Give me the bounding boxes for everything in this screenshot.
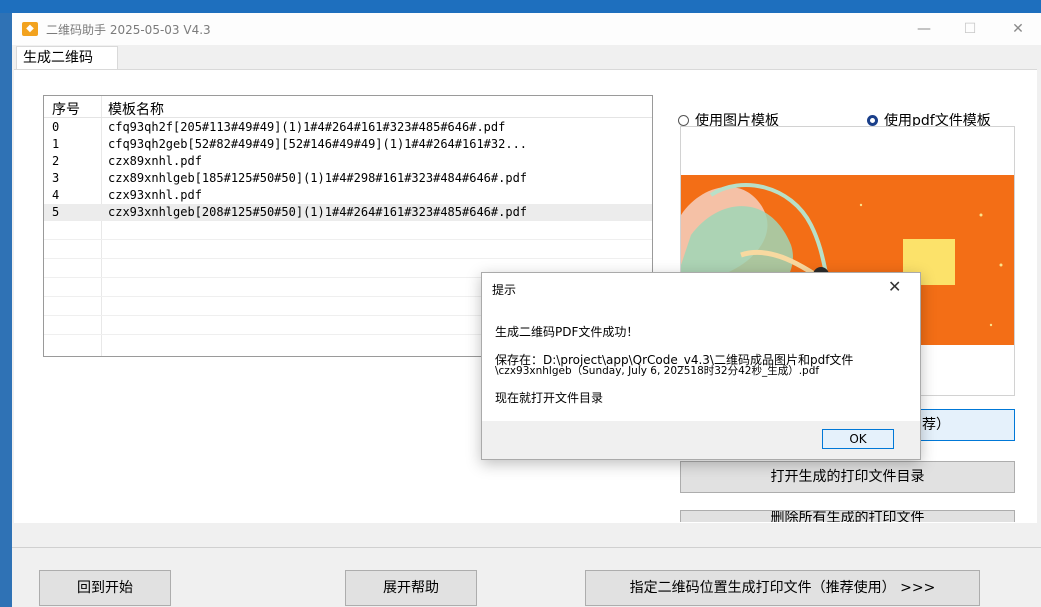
partially-hidden-button-label: 荐） xyxy=(922,417,950,433)
app-logo-icon: ◆ xyxy=(22,22,38,36)
dialog-body: 生成二维码PDF文件成功！ 保存在：D:\project\app\QrCode_… xyxy=(482,303,920,421)
row-index: 2 xyxy=(52,154,60,168)
list-item[interactable]: 4 czx93xnhl.pdf xyxy=(44,187,652,204)
expand-help-button[interactable]: 展开帮助 xyxy=(345,570,477,606)
list-item-selected[interactable]: 5 czx93xnhlgeb[208#125#50#50](1)1#4#264#… xyxy=(44,204,652,221)
dialog-open-folder-prompt: 现在就打开文件目录 xyxy=(495,391,604,405)
maximize-button[interactable]: ☐ xyxy=(947,17,993,41)
dialog-title: 提示 xyxy=(492,283,517,297)
dialog-title-bar: 提示 ✕ xyxy=(482,273,920,303)
window-title: 二维码助手 2025-05-03 V4.3 xyxy=(46,23,211,37)
row-name: cfq93qh2f[205#113#49#49](1)1#4#264#161#3… xyxy=(108,120,506,134)
dialog-success-message: 生成二维码PDF文件成功！ xyxy=(495,325,639,339)
row-index: 4 xyxy=(52,188,60,202)
bottom-divider xyxy=(12,547,1041,548)
row-index: 1 xyxy=(52,137,60,151)
title-bar: ◆ 二维码助手 2025-05-03 V4.3 — ☐ ✕ xyxy=(12,13,1041,45)
list-item[interactable]: 1 cfq93qh2geb[52#82#49#49][52#146#49#49]… xyxy=(44,136,652,153)
tab-generate-qrcode[interactable]: 生成二维码 xyxy=(16,46,118,70)
row-index: 0 xyxy=(52,120,60,134)
message-dialog: 提示 ✕ 生成二维码PDF文件成功！ 保存在：D:\project\app\Qr… xyxy=(481,272,921,460)
ok-button[interactable]: OK xyxy=(822,429,894,449)
row-name: cfq93qh2geb[52#82#49#49][52#146#49#49](1… xyxy=(108,137,528,151)
row-name: czx93xnhlgeb[208#125#50#50](1)1#4#264#16… xyxy=(108,205,528,219)
back-to-start-button[interactable]: 回到开始 xyxy=(39,570,171,606)
column-header-name[interactable]: 模板名称 xyxy=(108,99,164,119)
empty-row-line xyxy=(44,239,652,240)
row-name: czx93xnhl.pdf xyxy=(108,188,202,202)
row-index: 5 xyxy=(52,205,60,219)
radio-selected-icon xyxy=(867,115,878,126)
list-item[interactable]: 3 czx89xnhlgeb[185#125#50#50](1)1#4#298#… xyxy=(44,170,652,187)
close-button[interactable]: ✕ xyxy=(995,17,1041,41)
list-item[interactable]: 0 cfq93qh2f[205#113#49#49](1)1#4#264#161… xyxy=(44,119,652,136)
delete-output-files-button[interactable]: 删除所有生成的打印文件 xyxy=(680,510,1015,522)
row-index: 3 xyxy=(52,171,60,185)
close-icon[interactable]: ✕ xyxy=(888,277,901,296)
row-name: czx89xnhl.pdf xyxy=(108,154,202,168)
row-name: czx89xnhlgeb[185#125#50#50](1)1#4#298#16… xyxy=(108,171,528,185)
desktop-backdrop-left xyxy=(0,13,12,607)
minimize-button[interactable]: — xyxy=(901,17,947,41)
empty-row-line xyxy=(44,258,652,259)
desktop-backdrop-top xyxy=(0,0,1041,13)
generate-print-file-button[interactable]: 指定二维码位置生成打印文件（推荐使用） >>> xyxy=(585,570,980,606)
open-output-directory-button[interactable]: 打开生成的打印文件目录 xyxy=(680,461,1015,493)
dialog-save-path-line2: \czx93xnhlgeb（Sunday, July 6, 202518时32分… xyxy=(495,365,820,377)
column-header-index[interactable]: 序号 xyxy=(52,99,80,119)
list-header: 序号 模板名称 xyxy=(44,96,652,118)
radio-circle-icon xyxy=(678,115,689,126)
list-item[interactable]: 2 czx89xnhl.pdf xyxy=(44,153,652,170)
delete-output-files-label: 删除所有生成的打印文件 xyxy=(770,510,925,522)
